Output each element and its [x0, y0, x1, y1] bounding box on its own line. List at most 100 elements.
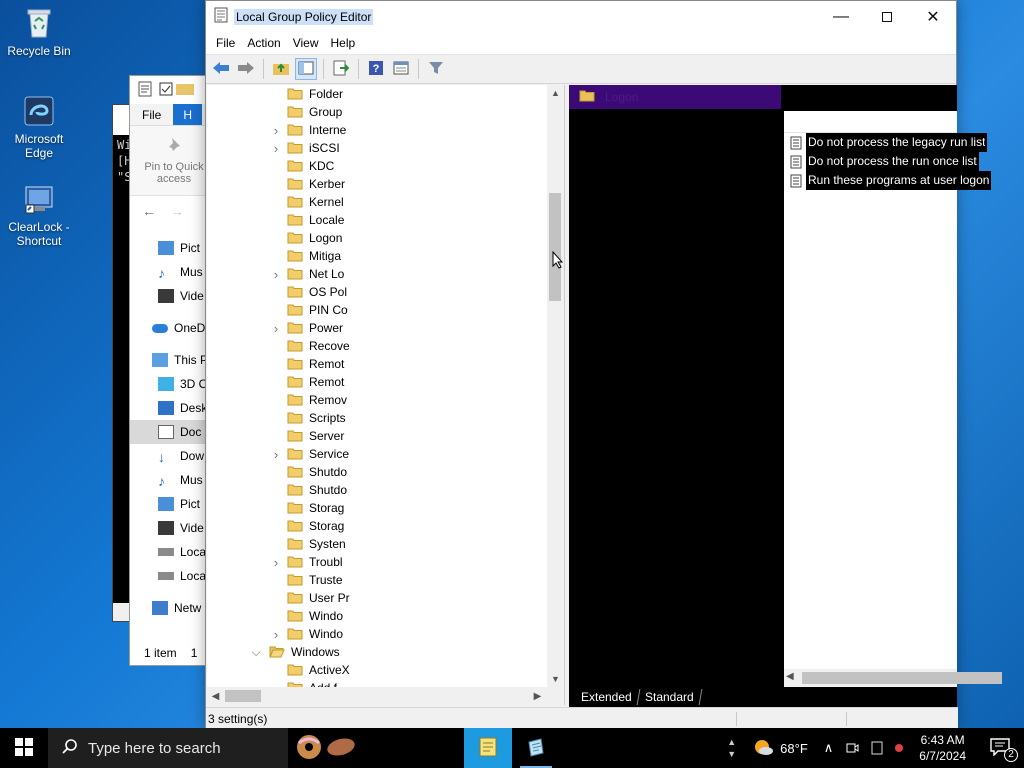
tree-node[interactable]: ⌵ Windows	[207, 643, 549, 661]
tree-node[interactable]: Kerber	[207, 175, 549, 193]
expand-chevron-icon[interactable]: ›	[271, 123, 281, 138]
desktop-icon-edge[interactable]: Microsoft Edge	[1, 94, 77, 160]
tree-node[interactable]: Server	[207, 427, 549, 445]
tree-horizontal-scrollbar[interactable]: ◀ ▶	[207, 687, 564, 705]
setting-row[interactable]: Do not process the legacy run list Not c…	[784, 133, 988, 152]
quick-access-toolbar[interactable]	[158, 81, 198, 100]
taskbar-notepad[interactable]	[464, 728, 512, 768]
expand-chevron-icon[interactable]: ›	[271, 447, 281, 462]
tab-standard[interactable]: Standard	[637, 689, 702, 705]
tree-node[interactable]: Folder	[207, 85, 549, 103]
forward-button[interactable]	[235, 58, 257, 80]
tree-node[interactable]: Logon	[207, 229, 549, 247]
console-tree[interactable]: Folder Group › Interne › iSCSI KDC Kerber Kernel…	[207, 85, 565, 705]
close-button[interactable]: ✕	[910, 1, 956, 32]
group-policy-editor-window[interactable]: Local Group Policy Editor — ✕ File Actio…	[205, 0, 1002, 729]
tree-node[interactable]: › Interne	[207, 121, 549, 139]
details-pane[interactable]: Logon Do not process the legacy run list…	[569, 85, 1002, 687]
expand-chevron-icon[interactable]: ›	[271, 627, 281, 642]
tree-node[interactable]: Shutdo	[207, 463, 549, 481]
setting-name: Do not process the run once list	[806, 152, 977, 171]
taskbar-search-box[interactable]: Type here to search	[48, 728, 288, 768]
tree-node[interactable]: Mitiga	[207, 247, 549, 265]
collapse-chevron-icon[interactable]: ⌵	[251, 645, 261, 659]
tray-overflow-scroll[interactable]: ▲ ▼	[721, 728, 742, 768]
tree-node[interactable]: › iSCSI	[207, 139, 549, 157]
tree-node[interactable]: Remov	[207, 391, 549, 409]
tree-node[interactable]: Shutdo	[207, 481, 549, 499]
expand-chevron-icon[interactable]: ›	[271, 555, 281, 570]
taskbar-policy-editor[interactable]	[512, 728, 560, 768]
tree-scroll-thumb[interactable]	[549, 193, 561, 301]
explorer-file-tab[interactable]: File	[130, 104, 173, 125]
forward-arrow-icon[interactable]: →	[170, 203, 184, 219]
tree-node[interactable]: › Windo	[207, 625, 549, 643]
expand-chevron-icon[interactable]: ›	[271, 321, 281, 336]
explorer-home-tab[interactable]: H	[173, 104, 203, 125]
security-alert-icon[interactable]	[889, 728, 909, 768]
tree-node[interactable]: Storag	[207, 517, 549, 535]
gp-titlebar[interactable]: Local Group Policy Editor — ✕	[206, 1, 956, 32]
menu-file[interactable]: File	[210, 36, 241, 50]
menu-action[interactable]: Action	[241, 36, 286, 50]
desktop-icon-clearlock[interactable]: ClearLock - Shortcut	[1, 182, 77, 248]
tree-node[interactable]: › Troubl	[207, 553, 549, 571]
expand-chevron-icon[interactable]: ›	[271, 267, 281, 282]
tree-node[interactable]: › Net Lo	[207, 265, 549, 283]
settings-column-header[interactable]	[784, 111, 957, 133]
menu-help[interactable]: Help	[325, 36, 362, 50]
help-button[interactable]: ?	[365, 58, 387, 80]
settings-list[interactable]: Do not process the legacy run list Not c…	[784, 111, 992, 683]
tree-node[interactable]: Kernel	[207, 193, 549, 211]
filter-button[interactable]	[425, 58, 447, 80]
maximize-button[interactable]	[864, 1, 910, 32]
tree-node[interactable]: KDC	[207, 157, 549, 175]
properties-button[interactable]	[390, 58, 412, 80]
tree-node[interactable]: › Service	[207, 445, 549, 463]
scroll-left-arrow-icon[interactable]: ◀	[207, 687, 224, 705]
tree-node[interactable]: Remot	[207, 373, 549, 391]
tree-vertical-scrollbar[interactable]: ▲ ▼	[547, 85, 564, 687]
minimize-button[interactable]: —	[818, 1, 864, 32]
notifications-button[interactable]: 2	[976, 728, 1024, 768]
tree-node[interactable]: › Power	[207, 319, 549, 337]
tree-node[interactable]: Windo	[207, 607, 549, 625]
tree-node[interactable]: Storag	[207, 499, 549, 517]
tree-node[interactable]: OS Pol	[207, 283, 549, 301]
tree-node[interactable]: User Pr	[207, 589, 549, 607]
settings-hscroll-thumb[interactable]	[802, 672, 1002, 684]
tree-node[interactable]: Remot	[207, 355, 549, 373]
desktop-icon-recycle-bin[interactable]: Recycle Bin	[1, 6, 77, 58]
tree-node[interactable]: Group	[207, 103, 549, 121]
expand-chevron-icon[interactable]: ›	[271, 141, 281, 156]
tree-node[interactable]: Truste	[207, 571, 549, 589]
tree-node[interactable]: Locale	[207, 211, 549, 229]
back-button[interactable]	[210, 58, 232, 80]
setting-row[interactable]: Do not process the run once list Not con…	[784, 152, 979, 171]
scroll-up-arrow-icon[interactable]: ▲	[547, 85, 564, 101]
tree-node[interactable]: Systen	[207, 535, 549, 553]
scroll-left-arrow-icon[interactable]: ◀	[786, 671, 794, 682]
export-list-button[interactable]	[330, 58, 352, 80]
network-status-icon[interactable]	[865, 728, 889, 768]
scroll-right-arrow-icon[interactable]: ▶	[529, 687, 546, 705]
meet-now-icon[interactable]	[839, 728, 865, 768]
start-button[interactable]	[0, 728, 48, 768]
setting-row[interactable]: Run these programs at user logon Not con…	[784, 171, 992, 190]
taskbar-food-widget[interactable]	[288, 728, 364, 768]
tree-node[interactable]: Scripts	[207, 409, 549, 427]
menu-view[interactable]: View	[287, 36, 325, 50]
tree-node[interactable]: ActiveX	[207, 661, 549, 679]
back-arrow-icon[interactable]: ←	[142, 203, 156, 219]
tree-node[interactable]: Recove	[207, 337, 549, 355]
weather-widget[interactable]: 68°F	[742, 728, 818, 768]
scroll-down-arrow-icon[interactable]: ▼	[547, 671, 564, 687]
show-hidden-icons-chevron-icon[interactable]: ∧	[818, 728, 840, 768]
show-hide-tree-button[interactable]	[295, 58, 317, 80]
tab-extended[interactable]: Extended	[573, 689, 641, 705]
tree-hscroll-thumb[interactable]	[225, 690, 261, 702]
up-level-button[interactable]	[270, 58, 292, 80]
settings-horizontal-scrollbar[interactable]: ◀	[784, 669, 1002, 687]
clock[interactable]: 6:43 AM 6/7/2024	[909, 732, 976, 764]
tree-node[interactable]: PIN Co	[207, 301, 549, 319]
